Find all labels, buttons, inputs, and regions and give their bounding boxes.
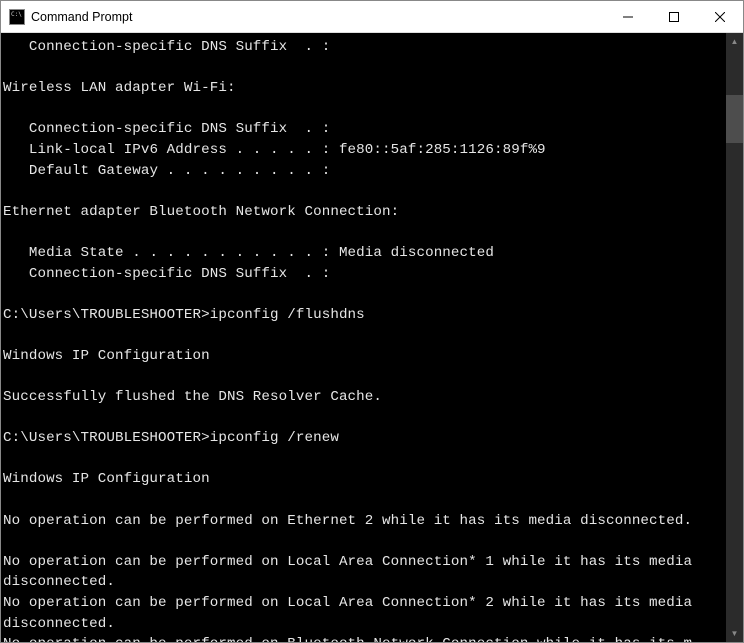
terminal-line: No operation can be performed on Bluetoo… [3, 634, 724, 642]
terminal-line: No operation can be performed on Local A… [3, 552, 724, 593]
terminal-line [3, 531, 724, 552]
terminal-line: Default Gateway . . . . . . . . . : [3, 161, 724, 182]
terminal-line [3, 284, 724, 305]
terminal-line [3, 325, 724, 346]
terminal-line: Connection-specific DNS Suffix . : [3, 119, 724, 140]
terminal-output[interactable]: Connection-specific DNS Suffix . : Wirel… [1, 33, 726, 642]
titlebar: Command Prompt [1, 1, 743, 33]
terminal-line [3, 58, 724, 79]
terminal-line: Windows IP Configuration [3, 469, 724, 490]
terminal-line: C:\Users\TROUBLESHOOTER>ipconfig /flushd… [3, 305, 724, 326]
terminal-line [3, 181, 724, 202]
cmd-icon [9, 9, 25, 25]
terminal-line: Wireless LAN adapter Wi-Fi: [3, 78, 724, 99]
terminal-wrapper: Connection-specific DNS Suffix . : Wirel… [1, 33, 743, 642]
minimize-button[interactable] [605, 1, 651, 32]
close-button[interactable] [697, 1, 743, 32]
terminal-line [3, 222, 724, 243]
terminal-line [3, 408, 724, 429]
minimize-icon [623, 12, 633, 22]
scrollbar[interactable]: ▲ ▼ [726, 33, 743, 642]
terminal-line: No operation can be performed on Etherne… [3, 511, 724, 532]
terminal-line: Successfully flushed the DNS Resolver Ca… [3, 387, 724, 408]
maximize-icon [669, 12, 679, 22]
window-title: Command Prompt [31, 10, 132, 24]
terminal-line: Windows IP Configuration [3, 346, 724, 367]
terminal-line: Link-local IPv6 Address . . . . . : fe80… [3, 140, 724, 161]
maximize-button[interactable] [651, 1, 697, 32]
terminal-line [3, 490, 724, 511]
terminal-line: C:\Users\TROUBLESHOOTER>ipconfig /renew [3, 428, 724, 449]
scrollbar-thumb[interactable] [726, 95, 743, 143]
terminal-line: Ethernet adapter Bluetooth Network Conne… [3, 202, 724, 223]
terminal-line: Connection-specific DNS Suffix . : [3, 264, 724, 285]
terminal-line [3, 449, 724, 470]
terminal-line: No operation can be performed on Local A… [3, 593, 724, 634]
terminal-line: Media State . . . . . . . . . . . : Medi… [3, 243, 724, 264]
scroll-down-arrow-icon[interactable]: ▼ [726, 625, 743, 642]
terminal-line [3, 367, 724, 388]
terminal-line [3, 99, 724, 120]
scroll-up-arrow-icon[interactable]: ▲ [726, 33, 743, 50]
terminal-line: Connection-specific DNS Suffix . : [3, 37, 724, 58]
close-icon [715, 12, 725, 22]
